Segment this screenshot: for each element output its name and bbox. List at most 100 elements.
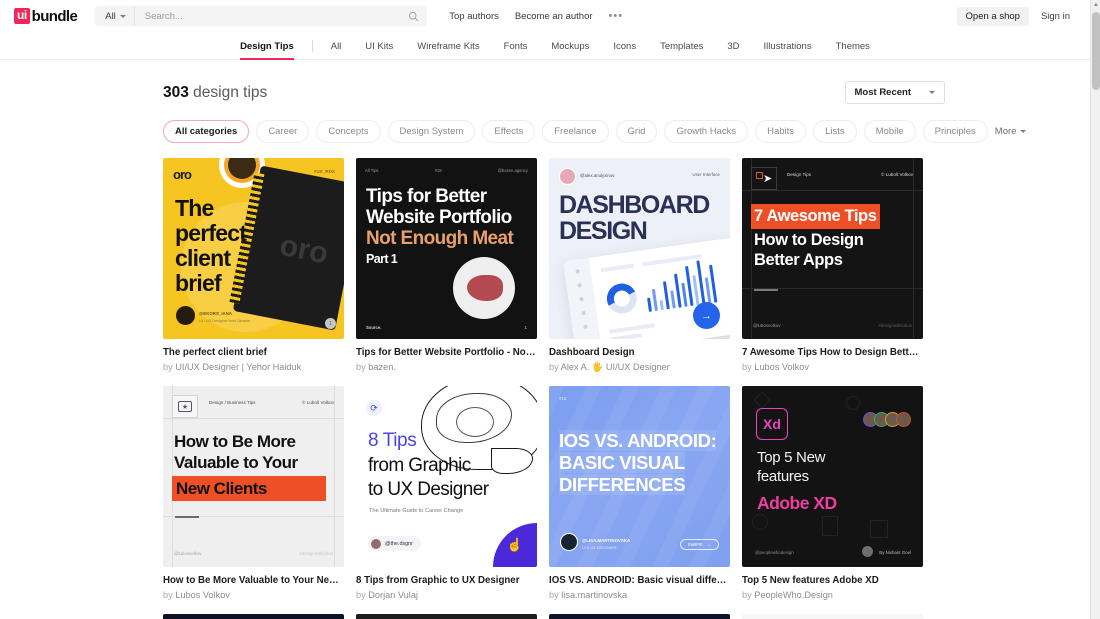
design-tip-card[interactable]: ➤ Design Tips © Luboš Volkov 7 Awesome T…: [742, 158, 923, 373]
sort-dropdown[interactable]: Most Recent: [844, 81, 945, 104]
card-thumbnail[interactable]: [742, 614, 923, 619]
card-thumbnail[interactable]: ➤ Design Tips © Luboš Volkov 7 Awesome T…: [742, 158, 923, 339]
brain-stem-illustration: [491, 448, 533, 474]
tab-templates[interactable]: Templates: [648, 41, 715, 59]
card-title[interactable]: Tips for Better Website Portfolio - Not …: [356, 347, 537, 359]
chip-mobile[interactable]: Mobile: [863, 120, 916, 143]
author-name[interactable]: bazen.: [368, 362, 396, 372]
chip-concepts[interactable]: Concepts: [316, 120, 381, 143]
design-tip-card[interactable]: @alex.anulyxinov User Interface DASHBOAR…: [549, 158, 730, 373]
card-thumbnail[interactable]: ★ Design / Business Tips © Luboš Volkov …: [163, 386, 344, 567]
tab-all[interactable]: All: [319, 41, 354, 59]
ellipsis-icon[interactable]: •••: [609, 11, 624, 22]
card-title[interactable]: The perfect client brief: [163, 347, 344, 359]
card-title[interactable]: 8 Tips from Graphic to UX Designer: [356, 575, 537, 587]
next-row-partial: [163, 614, 945, 619]
chip-habits[interactable]: Habits: [755, 120, 807, 143]
thumb-bottom-left: @lubosvolkov: [753, 323, 781, 328]
tab-mockups[interactable]: Mockups: [539, 41, 601, 59]
chip-effects[interactable]: Effects: [482, 120, 536, 143]
headline-line-1: Tips for Better: [366, 186, 487, 207]
card-thumbnail[interactable]: All Tips #18 @bazen.agency Tips for Bett…: [356, 158, 537, 339]
nav-link-become-an-author[interactable]: Become an author: [515, 11, 593, 22]
thumb-label: Design Tips: [787, 172, 812, 177]
mockup-dot: [583, 324, 588, 329]
search-input-wrapper[interactable]: [135, 6, 427, 26]
card-thumbnail[interactable]: Xd Top 5 New features Adobe XD @peoplewh…: [742, 386, 923, 567]
design-tip-card[interactable]: oro oro #UX_RDX The perfect client brief…: [163, 158, 344, 373]
card-thumbnail[interactable]: [549, 614, 730, 619]
chip-grid[interactable]: Grid: [615, 120, 658, 143]
search-category-label: All: [105, 10, 116, 22]
author-name[interactable]: Alex A. 🖐 UI/UX Designer: [561, 362, 670, 372]
card-thumbnail[interactable]: [356, 614, 537, 619]
chip-design-system[interactable]: Design System: [387, 120, 476, 143]
open-a-shop-button[interactable]: Open a shop: [956, 6, 1029, 26]
logo-bundle-text: bundle: [31, 7, 78, 25]
card-title[interactable]: Top 5 New features Adobe XD: [742, 575, 923, 587]
search-icon[interactable]: [408, 11, 419, 22]
arrow-right-icon[interactable]: →: [693, 302, 720, 329]
chevron-down-icon: [929, 91, 935, 94]
tab-design-tips[interactable]: Design Tips: [228, 41, 306, 60]
sign-in-button[interactable]: Sign in: [1035, 7, 1076, 26]
design-tip-card[interactable]: All Tips #18 @bazen.agency Tips for Bett…: [356, 158, 537, 373]
avatar: [862, 546, 873, 557]
cursor-arrow-icon: ➤: [763, 173, 773, 185]
mockup-dot: [577, 283, 582, 288]
guide-line: [334, 386, 335, 567]
chip-freelance[interactable]: Freelance: [542, 120, 609, 143]
author-name[interactable]: Dorjan Vulaj: [368, 590, 418, 600]
thumb-subhandle: UI / UX Designer from Ukraine: [199, 319, 251, 323]
notebook-logo-mark: oro: [277, 228, 331, 271]
chip-career[interactable]: Career: [256, 120, 310, 143]
design-tip-card[interactable]: Xd Top 5 New features Adobe XD @peoplewh…: [742, 386, 923, 601]
nav-link-top-authors[interactable]: Top authors: [449, 11, 499, 22]
more-categories-button[interactable]: More: [995, 126, 1027, 137]
author-name[interactable]: Lubos Volkov: [175, 590, 230, 600]
author-name[interactable]: Lubos Volkov: [754, 362, 809, 372]
thumb-headline: from Graphic to UX Designer: [368, 454, 489, 502]
chip-all-categories[interactable]: All categories: [163, 120, 250, 143]
card-thumbnail[interactable]: oro oro #UX_RDX The perfect client brief…: [163, 158, 344, 339]
card-title[interactable]: IOS VS. ANDROID: Basic visual difference: [549, 575, 730, 587]
tab-themes[interactable]: Themes: [824, 41, 882, 59]
site-logo[interactable]: ui bundle: [14, 7, 78, 25]
tab-icons[interactable]: Icons: [601, 41, 648, 59]
tab-3d[interactable]: 3D: [715, 41, 751, 59]
card-thumbnail[interactable]: [163, 614, 344, 619]
search-input[interactable]: [144, 10, 385, 22]
design-tip-card[interactable]: ⟳ 8 Tips from Graphic to UX Designer The…: [356, 386, 537, 601]
card-thumbnail[interactable]: @alex.anulyxinov User Interface DASHBOAR…: [549, 158, 730, 339]
headline-line-2: Valuable to Your: [174, 453, 298, 472]
author-name[interactable]: lisa.martinovska: [561, 590, 627, 600]
chip-growth-hacks[interactable]: Growth Hacks: [664, 120, 749, 143]
top-bar-right: Open a shop Sign in: [956, 6, 1086, 26]
thumb-bottom-right: By Nishant Goel: [879, 550, 911, 555]
design-tip-card[interactable]: #15 IOS VS. ANDROID: BASIC VISUAL DIFFER…: [549, 386, 730, 601]
card-title[interactable]: How to Be More Valuable to Your New Clie…: [163, 575, 344, 587]
design-tip-card[interactable]: ★ Design / Business Tips © Luboš Volkov …: [163, 386, 344, 601]
card-thumbnail[interactable]: #15 IOS VS. ANDROID: BASIC VISUAL DIFFER…: [549, 386, 730, 567]
tab-wireframe-kits[interactable]: Wireframe Kits: [405, 41, 491, 59]
tab-fonts[interactable]: Fonts: [492, 41, 540, 59]
thumb-bottom-left: @lubosvolkov: [174, 551, 202, 556]
chip-lists[interactable]: Lists: [813, 120, 857, 143]
search-category-dropdown[interactable]: All: [95, 6, 135, 26]
tab-illustrations[interactable]: Illustrations: [752, 41, 824, 59]
card-title[interactable]: Dashboard Design: [549, 347, 730, 359]
card-thumbnail[interactable]: ⟳ 8 Tips from Graphic to UX Designer The…: [356, 386, 537, 567]
scroll-up-icon[interactable]: ▲: [1091, 0, 1100, 10]
search-bar[interactable]: All: [95, 6, 428, 26]
card-author: by Lubos Volkov: [163, 589, 344, 601]
page-scrollbar[interactable]: ▲: [1090, 0, 1100, 619]
thumb-handle: @LISA.MARTINOVSKA: [582, 538, 631, 543]
swipe-hand-icon: ☝: [493, 523, 537, 567]
card-title[interactable]: 7 Awesome Tips How to Design Better Ap..…: [742, 347, 923, 359]
chip-principles[interactable]: Principles: [922, 120, 988, 143]
author-name[interactable]: PeopleWho.Design: [754, 590, 833, 600]
author-name[interactable]: UI/UX Designer | Yehor Haiduk: [175, 362, 301, 372]
tab-ui-kits[interactable]: UI Kits: [353, 41, 405, 59]
thumb-copyright: © Luboš Volkov: [302, 400, 334, 405]
scrollbar-thumb[interactable]: [1092, 12, 1100, 90]
